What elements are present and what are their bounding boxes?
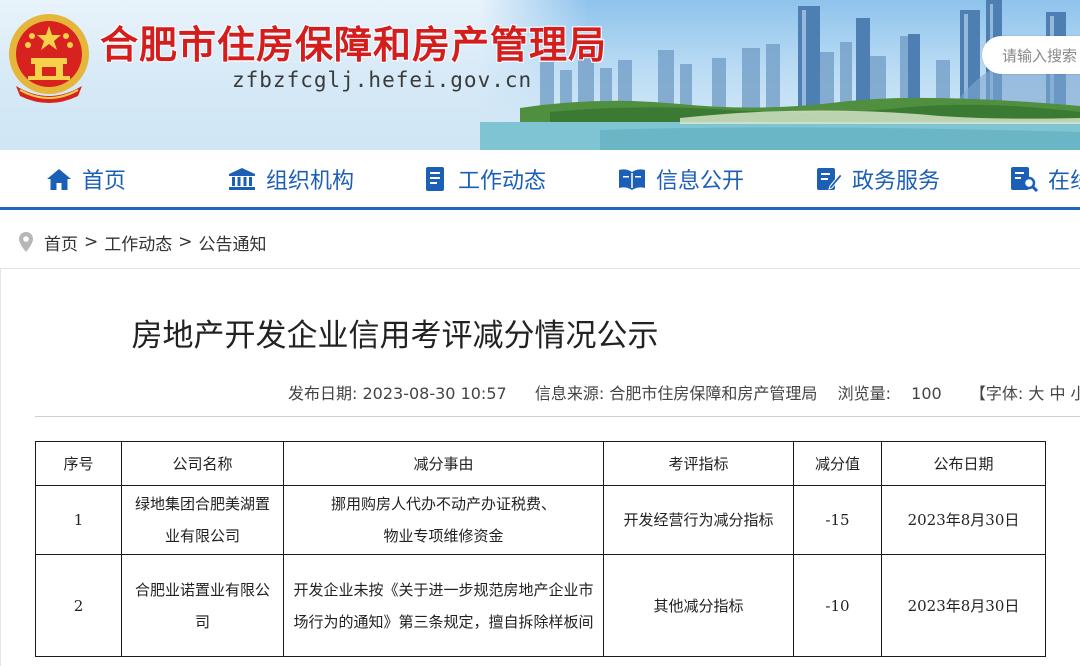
source: 合肥市住房保障和房产管理局 bbox=[609, 384, 818, 403]
cell-company: 绿地集团合肥美湖置业有限公司 bbox=[121, 485, 284, 555]
article-meta: 发布日期: 2023-08-30 10:57 信息来源: 合肥市住房保障和房产管… bbox=[288, 380, 1080, 404]
main-nav: 首页 组织机构 工作动态 信息公开 政务服务 在 bbox=[0, 150, 1080, 210]
site-domain: zfbzfcglj.hefei.gov.cn bbox=[232, 68, 533, 92]
nav-label: 政务服务 bbox=[852, 169, 941, 194]
nav-label: 在线 bbox=[1048, 169, 1080, 194]
table-row: 1 绿地集团合肥美湖置业有限公司 挪用购房人代办不动产办证税费、物业专项维修资金… bbox=[35, 485, 1046, 555]
nav-item-work-news[interactable]: 工作动态 bbox=[424, 150, 546, 208]
publish-date-label: 发布日期: bbox=[288, 384, 358, 403]
nav-item-info-disclosure[interactable]: 信息公开 bbox=[618, 150, 744, 208]
home-icon bbox=[47, 169, 71, 190]
cell-deduction: -15 bbox=[793, 485, 882, 555]
header-banner: 合肥市住房保障和房产管理局 zfbzfcglj.hefei.gov.cn 请输入… bbox=[0, 0, 1080, 150]
nav-item-online[interactable]: 在线 bbox=[1010, 150, 1080, 208]
site-title: 合肥市住房保障和房产管理局 bbox=[100, 23, 608, 67]
article-title-text: 房地产开发企业信用考评减分情况公示 bbox=[131, 318, 659, 354]
nav-label: 信息公开 bbox=[656, 169, 745, 194]
nav-label: 组织机构 bbox=[266, 169, 355, 194]
cell-company: 合肥业诺置业有限公司 bbox=[121, 554, 284, 657]
publish-date: 2023-08-30 10:57 bbox=[362, 384, 507, 403]
col-header-reason: 减分事由 bbox=[283, 441, 604, 486]
cell-indicator: 开发经营行为减分指标 bbox=[603, 485, 794, 555]
source-label: 信息来源: bbox=[534, 384, 605, 403]
cell-date: 2023年8月30日 bbox=[881, 485, 1046, 555]
breadcrumb-separator: > bbox=[84, 232, 99, 252]
breadcrumb-separator: > bbox=[178, 232, 193, 252]
open-book-icon bbox=[619, 169, 645, 190]
breadcrumb-work-news[interactable]: 工作动态 bbox=[104, 230, 172, 255]
table-header-row: 序号 公司名称 减分事由 考评指标 减分值 公布日期 bbox=[35, 441, 1046, 486]
nav-item-gov-services[interactable]: 政务服务 bbox=[816, 150, 940, 208]
col-header-company: 公司名称 bbox=[121, 441, 284, 486]
col-header-deduction: 减分值 bbox=[793, 441, 882, 486]
col-header-indicator: 考评指标 bbox=[603, 441, 794, 486]
search-input[interactable]: 请输入搜索 bbox=[982, 36, 1080, 74]
cell-indicator: 其他减分指标 bbox=[603, 554, 794, 657]
breadcrumb-notices[interactable]: 公告通知 bbox=[199, 230, 267, 255]
col-header-date: 公布日期 bbox=[881, 441, 1046, 486]
cell-reason: 挪用购房人代办不动产办证税费、物业专项维修资金 bbox=[283, 485, 604, 555]
cell-reason: 开发企业未按《关于进一步规范房地产企业市场行为的通知》第三条规定，擅自拆除样板间 bbox=[283, 554, 604, 657]
font-size-control[interactable]: 【字体: 大 中 小】 bbox=[970, 384, 1080, 403]
views-count: 100 bbox=[911, 384, 942, 403]
views-label: 浏览量: bbox=[837, 384, 891, 403]
cell-index: 2 bbox=[35, 554, 122, 657]
col-header-index: 序号 bbox=[35, 441, 122, 486]
edit-form-icon bbox=[817, 168, 842, 190]
nav-label: 首页 bbox=[82, 169, 127, 194]
cell-index: 1 bbox=[35, 485, 122, 555]
nav-item-organization[interactable]: 组织机构 bbox=[228, 150, 354, 208]
cell-date: 2023年8月30日 bbox=[881, 554, 1046, 657]
breadcrumb: 首页 > 工作动态 > 公告通知 bbox=[18, 230, 267, 255]
article-title: 房地产开发企业信用考评减分情况公示 bbox=[0, 310, 1080, 355]
document-icon bbox=[426, 167, 444, 191]
cell-deduction: -10 bbox=[793, 554, 882, 657]
nav-item-home[interactable]: 首页 bbox=[46, 150, 126, 208]
table-row: 2 合肥业诺置业有限公司 开发企业未按《关于进一步规范房地产企业市场行为的通知》… bbox=[35, 554, 1046, 657]
breadcrumb-home[interactable]: 首页 bbox=[44, 230, 78, 255]
national-emblem-icon bbox=[9, 14, 89, 103]
deduction-table: 序号 公司名称 减分事由 考评指标 减分值 公布日期 1 绿地集团合肥美湖置业有… bbox=[35, 441, 1046, 657]
search-document-icon bbox=[1011, 167, 1038, 192]
nav-label: 工作动态 bbox=[458, 169, 547, 194]
location-pin-icon bbox=[19, 232, 33, 252]
institution-icon bbox=[229, 168, 255, 190]
meta-divider bbox=[35, 416, 1080, 417]
